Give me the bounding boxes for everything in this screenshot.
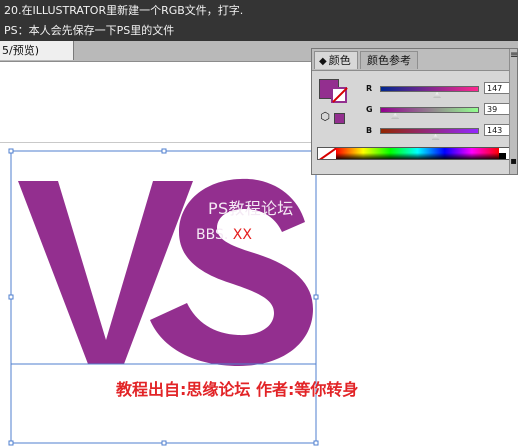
watermark-subtitle-xx: XX	[232, 227, 252, 243]
selection-handle[interactable]	[8, 148, 14, 154]
selection-handle[interactable]	[8, 440, 14, 446]
watermark-subtitle: BBS. XX	[196, 227, 252, 243]
green-channel-label: G	[366, 105, 373, 114]
tutorial-caption: 教程出自:思缘论坛 作者:等你转身	[116, 380, 359, 399]
panel-menu-icon[interactable]: ≡	[510, 51, 518, 61]
green-slider-thumb[interactable]	[391, 113, 400, 119]
selection-handle[interactable]	[313, 440, 319, 446]
no-fill-icon[interactable]	[318, 148, 336, 159]
green-slider-track[interactable]	[380, 107, 479, 113]
tab-color-guide[interactable]: 颜色参考	[360, 51, 418, 69]
screen: 20.在ILLUSTRATOR里新建一个RGB文件，打字. PS：本人会先保存一…	[0, 0, 518, 447]
tab-color-guide-label: 颜色参考	[367, 54, 411, 67]
red-channel-label: R	[366, 84, 373, 93]
tab-color[interactable]: ◆ 颜色	[314, 51, 358, 69]
tab-expand-icon: ◆	[319, 56, 327, 67]
selection-handle[interactable]	[8, 294, 14, 300]
red-slider-thumb[interactable]	[433, 92, 442, 98]
color-panel: ◆ 颜色 颜色参考 ⬡ R 147 G 39 B 143 ≡ ▪	[311, 48, 518, 175]
selection-handle[interactable]	[161, 440, 167, 446]
watermark-subtitle-prefix: BBS.	[196, 227, 229, 243]
stroke-color-swatch[interactable]	[331, 87, 347, 103]
color-panel-tabs: ◆ 颜色 颜色参考	[312, 49, 517, 71]
selection-handle[interactable]	[313, 294, 319, 300]
spectrum-gradient[interactable]	[336, 148, 499, 159]
panel-rail: ≡ ▪	[509, 49, 518, 174]
blue-channel-label: B	[366, 126, 373, 135]
panel-resize-icon[interactable]: ▪	[510, 157, 517, 167]
blue-channel-row: B 143	[366, 124, 516, 144]
watermark-title: PS教程论坛	[208, 199, 294, 218]
blue-slider-thumb[interactable]	[431, 134, 440, 140]
gamut-warning-swatch[interactable]	[334, 113, 345, 124]
red-slider-track[interactable]	[380, 86, 479, 92]
red-channel-row: R 147	[366, 82, 516, 102]
selection-handle[interactable]	[161, 148, 167, 154]
green-channel-row: G 39	[366, 103, 516, 123]
color-spectrum[interactable]	[317, 147, 514, 160]
tab-color-label: 颜色	[328, 54, 351, 67]
black-swatch[interactable]	[499, 153, 506, 159]
blue-slider-track[interactable]	[380, 128, 479, 134]
cube-icon: ⬡	[320, 110, 330, 123]
